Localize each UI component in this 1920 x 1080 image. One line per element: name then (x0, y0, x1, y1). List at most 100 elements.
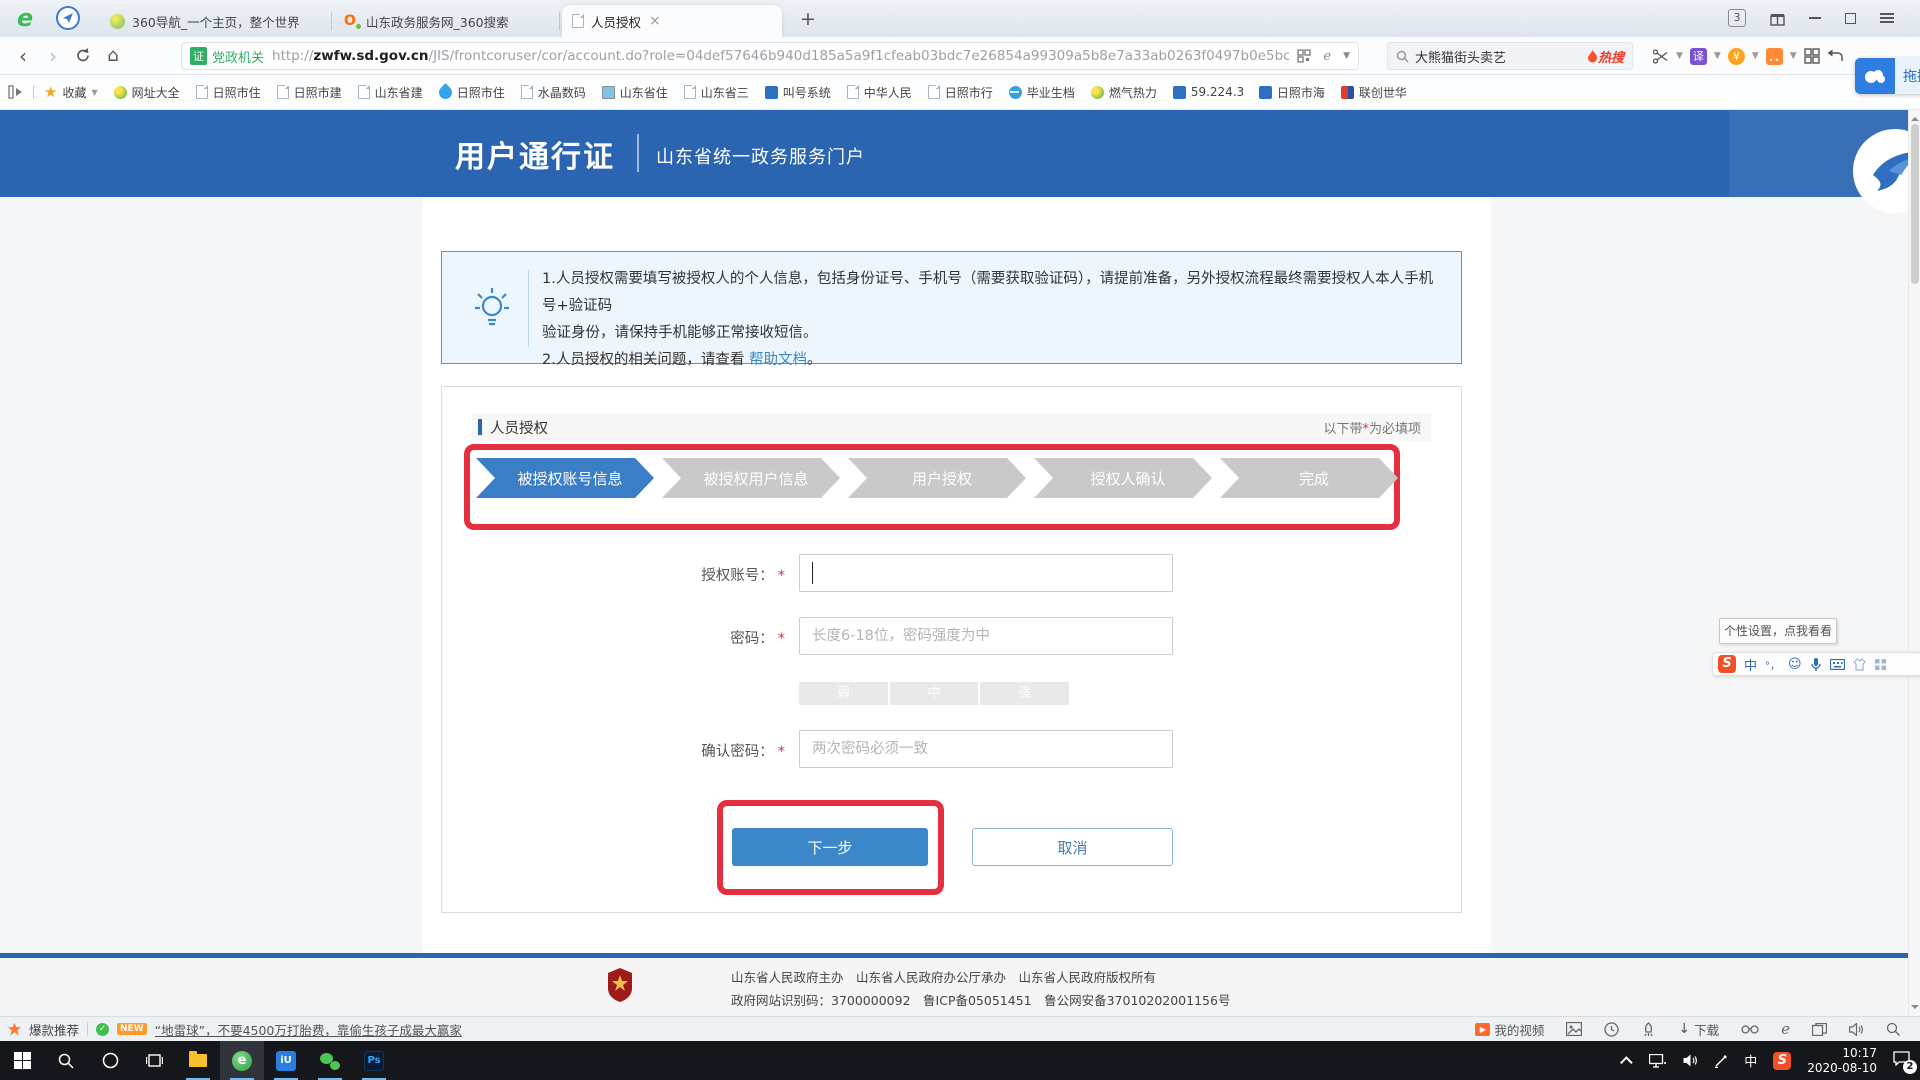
tab-count-badge[interactable]: 3 (1728, 9, 1746, 27)
split-window-icon[interactable] (1812, 1023, 1827, 1036)
bookmark-item[interactable]: 山东省住 (602, 84, 668, 101)
action-center-button[interactable]: 2 (1893, 1051, 1910, 1070)
360-browser-button[interactable]: e (220, 1041, 264, 1080)
maximize-button[interactable] (1845, 13, 1856, 24)
ie-compat-icon[interactable]: e (1323, 49, 1331, 64)
sogou-logo-icon[interactable]: S (1718, 655, 1736, 673)
bookmark-item[interactable]: 水晶数码 (521, 84, 586, 101)
skin-shirt-icon[interactable] (1853, 658, 1866, 671)
image-icon[interactable] (1566, 1022, 1582, 1036)
download-button[interactable]: ↓下载 (1678, 1020, 1719, 1039)
ime-mode-chinese[interactable]: 中 (1744, 655, 1757, 674)
refresh-button[interactable] (68, 47, 98, 64)
bookmark-item[interactable]: 日照市住 (439, 84, 505, 101)
wechat-button[interactable] (308, 1041, 352, 1080)
bookmark-item[interactable]: 日照市行 (928, 84, 993, 101)
iu-app-button[interactable]: iU (264, 1041, 308, 1080)
cortana-button[interactable] (88, 1041, 132, 1080)
favorites-menu[interactable]: ★ 收藏 ▼ (44, 83, 98, 101)
bookmark-item[interactable]: 山东省建 (358, 84, 423, 101)
photoshop-button[interactable]: Ps (352, 1041, 396, 1080)
url-text[interactable]: http://zwfw.sd.gov.cn/JIS/frontcoruser/c… (272, 48, 1289, 64)
bookmark-item[interactable]: 毕业生档 (1009, 84, 1075, 101)
promo-ticker-link[interactable]: “地雷球”，不要4500万打胎费，靠偷生孩子成最大赢家 (155, 1020, 462, 1039)
volume-icon[interactable] (1683, 1054, 1698, 1067)
mute-speaker-icon[interactable] (1849, 1023, 1864, 1036)
sogou-tray-icon[interactable]: S (1773, 1052, 1791, 1070)
my-video-button[interactable]: ▶我的视频 (1475, 1020, 1544, 1039)
nav-compass-icon[interactable] (56, 6, 80, 30)
taskbar-search-button[interactable] (44, 1041, 88, 1080)
main-menu-icon[interactable] (1880, 13, 1894, 23)
next-step-button[interactable]: 下一步 (732, 828, 928, 866)
promo-label[interactable]: 爆款推荐 (29, 1020, 79, 1039)
chevron-down-icon[interactable]: ▼ (1752, 51, 1759, 61)
bookmark-item[interactable]: 日照市建 (277, 84, 342, 101)
rocket-boost-icon[interactable] (1641, 1022, 1656, 1037)
hot-search[interactable]: 热搜 (1587, 47, 1624, 66)
password-input[interactable] (799, 617, 1173, 655)
bookmark-item[interactable]: 联创世华 (1341, 84, 1407, 101)
scrollbar-thumb[interactable] (1911, 124, 1919, 284)
pen-ink-icon[interactable] (1714, 1054, 1728, 1068)
chevron-down-icon[interactable]: ▼ (1790, 51, 1797, 61)
ie-mode-icon[interactable]: e (1781, 1020, 1790, 1038)
chevron-down-icon[interactable]: ▼ (1714, 51, 1721, 61)
account-input[interactable] (799, 554, 1173, 592)
network-icon[interactable] (1649, 1054, 1667, 1068)
keyboard-icon[interactable] (1830, 659, 1845, 670)
apps-grid-icon[interactable] (1804, 48, 1820, 64)
bookmark-item[interactable]: 网址大全 (114, 84, 180, 101)
start-button[interactable] (0, 1041, 44, 1080)
ime-tooltip[interactable]: 个性设置，点我看看 (1719, 618, 1837, 644)
chevron-down-icon[interactable]: ▼ (1343, 51, 1350, 61)
browser-360-logo-icon[interactable]: e (12, 5, 38, 31)
reader-glasses-icon[interactable] (1741, 1024, 1759, 1034)
search-box[interactable]: 大熊猫街头卖艺 热搜 (1387, 42, 1633, 70)
emoji-icon[interactable]: ☺ (1788, 657, 1802, 672)
bookmark-item[interactable]: 日照市住 (196, 84, 261, 101)
taskbar-clock[interactable]: 10:17 2020-08-10 (1807, 1046, 1877, 1076)
toolbox-grid-icon[interactable] (1874, 658, 1887, 671)
cancel-button[interactable]: 取消 (972, 828, 1173, 866)
home-button[interactable]: ⌂ (98, 45, 128, 66)
bookmark-item[interactable]: 燃气热力 (1091, 84, 1157, 101)
bookmarks-panel-icon[interactable] (8, 85, 23, 99)
scroll-down-arrow[interactable] (1911, 1005, 1919, 1013)
help-doc-link[interactable]: 帮助文档 (749, 352, 807, 368)
new-tab-button[interactable]: + (800, 8, 816, 30)
bookmark-item[interactable]: 叫号系统 (765, 84, 831, 101)
sogou-ime-bar[interactable]: S 中 °， ☺ (1712, 652, 1920, 676)
punctuation-icon[interactable]: °， (1765, 657, 1780, 672)
task-view-button[interactable] (132, 1041, 176, 1080)
zoom-search-icon[interactable] (1886, 1022, 1900, 1036)
tab-close-icon[interactable]: × (649, 13, 661, 29)
translate-icon[interactable]: 译 (1690, 48, 1707, 65)
page-scrollbar[interactable] (1908, 110, 1920, 1016)
search-query[interactable]: 大熊猫街头卖艺 (1415, 47, 1587, 66)
chevron-down-icon[interactable]: ▼ (1676, 51, 1683, 61)
forward-button[interactable]: › (38, 44, 68, 68)
bookmark-item[interactable]: 中华人民 (847, 84, 912, 101)
history-clock-icon[interactable] (1604, 1022, 1619, 1037)
ime-indicator[interactable]: 中 (1744, 1051, 1757, 1070)
address-bar[interactable]: 证 党政机关 http://zwfw.sd.gov.cn/JIS/frontco… (181, 42, 1359, 70)
game-center-icon[interactable] (1766, 48, 1783, 65)
back-button[interactable]: ‹ (8, 44, 38, 68)
tab-person-authorization[interactable]: 人员授权 × (562, 5, 782, 37)
confirm-password-input[interactable] (799, 730, 1173, 768)
undo-arrow-icon[interactable] (1827, 49, 1844, 64)
microphone-icon[interactable] (1810, 657, 1822, 672)
scroll-up-arrow[interactable] (1911, 113, 1919, 121)
file-explorer-button[interactable] (176, 1041, 220, 1080)
scissors-icon[interactable] (1652, 48, 1669, 65)
minimize-button[interactable] (1809, 17, 1821, 19)
tab-360-nav[interactable]: 360导航_一个主页，整个世界 (100, 5, 332, 37)
rebate-icon[interactable]: ¥ (1728, 48, 1745, 65)
bookmark-item[interactable]: 日照市海 (1259, 84, 1325, 101)
cloud-drag-popup[interactable]: 拖拽 (1855, 58, 1920, 94)
gift-icon[interactable] (1770, 11, 1785, 26)
bookmark-item[interactable]: 山东省三 (684, 84, 749, 101)
qr-code-icon[interactable] (1297, 49, 1311, 63)
hidden-icons-chevron[interactable] (1620, 1056, 1633, 1069)
